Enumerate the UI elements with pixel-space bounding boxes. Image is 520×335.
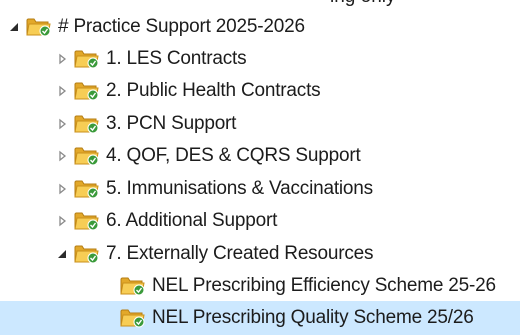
tree-item[interactable]: 7. Externally Created Resources	[0, 237, 520, 271]
tree-item[interactable]: NEL Prescribing Efficiency Scheme 25-26	[0, 269, 520, 303]
tree-item-label: 1. LES Contracts	[106, 48, 247, 69]
expanded-arrow-icon[interactable]	[4, 10, 24, 44]
tree-item-label: 7. Externally Created Resources	[106, 243, 374, 264]
tree-item[interactable]: 5. Immunisations & Vaccinations	[0, 172, 520, 206]
collapsed-arrow-icon[interactable]	[52, 42, 72, 76]
tree-item[interactable]: 6. Additional Support	[0, 204, 520, 238]
shared-folder-icon	[74, 145, 100, 167]
shared-folder-icon	[74, 80, 100, 102]
collapsed-arrow-icon[interactable]	[52, 107, 72, 141]
collapsed-arrow-icon[interactable]	[52, 172, 72, 206]
tree-item-label: # Practice Support 2025-2026	[58, 16, 305, 37]
expander-placeholder	[98, 301, 118, 335]
shared-folder-icon	[74, 113, 100, 135]
shared-folder-icon	[120, 275, 146, 297]
tree-item[interactable]: 2. Public Health Contracts	[0, 74, 520, 108]
shared-folder-icon	[74, 48, 100, 70]
tree-item-label: 4. QOF, DES & CQRS Support	[106, 145, 361, 166]
collapsed-arrow-icon[interactable]	[52, 204, 72, 238]
tree-item[interactable]: 3. PCN Support	[0, 107, 520, 141]
collapsed-arrow-icon[interactable]	[52, 74, 72, 108]
tree-item[interactable]: 4. QOF, DES & CQRS Support	[0, 139, 520, 173]
shared-folder-icon	[74, 178, 100, 200]
expanded-arrow-icon[interactable]	[52, 237, 72, 271]
tree-item[interactable]: # Practice Support 2025-2026	[0, 10, 520, 44]
tree-item[interactable]: 1. LES Contracts	[0, 42, 520, 76]
shared-folder-icon	[74, 210, 100, 232]
shared-folder-icon	[26, 16, 52, 38]
shared-folder-icon	[74, 243, 100, 265]
collapsed-arrow-icon[interactable]	[52, 139, 72, 173]
tree-item-label: 2. Public Health Contracts	[106, 80, 321, 101]
shared-folder-icon	[120, 307, 146, 329]
tree-item-label: NEL Prescribing Efficiency Scheme 25-26	[152, 275, 496, 296]
tree-item[interactable]: NEL Prescribing Quality Scheme 25/26	[0, 301, 520, 335]
tree-item-label: NEL Prescribing Quality Scheme 25/26	[152, 307, 474, 328]
tree-item-label: 3. PCN Support	[106, 113, 237, 134]
partial-text-fragment: ing only	[330, 0, 396, 8]
tree-item-label: 6. Additional Support	[106, 210, 278, 231]
expander-placeholder	[98, 269, 118, 303]
tree-item-label: 5. Immunisations & Vaccinations	[106, 178, 373, 199]
